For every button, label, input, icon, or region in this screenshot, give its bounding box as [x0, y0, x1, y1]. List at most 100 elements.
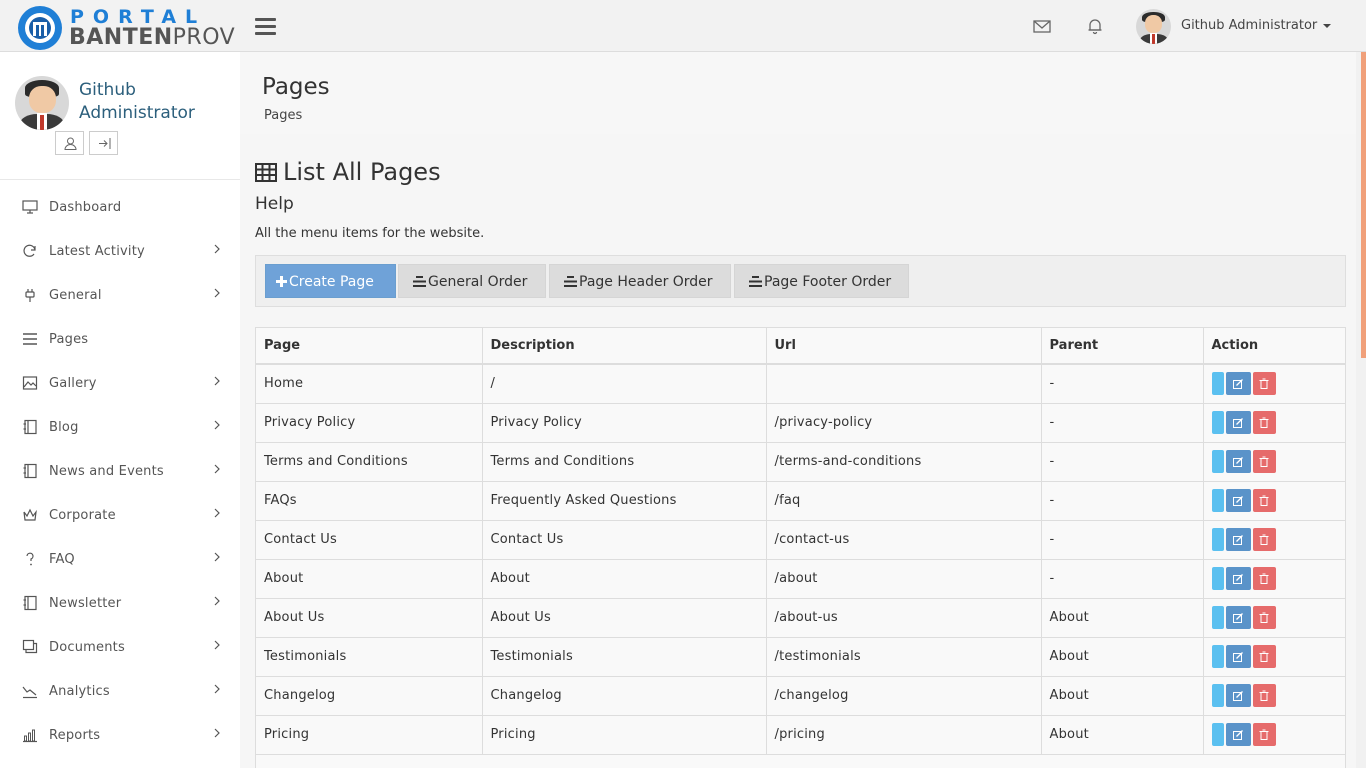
column-header-parent[interactable]: Parent — [1041, 328, 1204, 365]
view-button[interactable] — [1211, 684, 1224, 707]
edit-icon — [1233, 495, 1243, 506]
sidebar-item-pages[interactable]: Pages — [0, 318, 240, 362]
sidebar-item-faq[interactable]: FAQ — [0, 538, 240, 582]
create-page-button[interactable]: Create Page — [265, 264, 396, 298]
view-button[interactable] — [1211, 372, 1224, 396]
user-dropdown[interactable]: Github Administrator — [1136, 9, 1346, 45]
view-button[interactable] — [1211, 411, 1224, 434]
cell-parent: About — [1041, 637, 1204, 677]
cell-action — [1203, 481, 1345, 521]
sidebar-item-documents[interactable]: Documents — [0, 626, 240, 670]
column-header-description[interactable]: Description — [482, 328, 767, 365]
sidebar-item-latest-activity[interactable]: Latest Activity — [0, 230, 240, 274]
cell-url: /changelog — [766, 676, 1042, 716]
breadcrumb[interactable]: Pages — [264, 108, 302, 123]
sidebar-item-blog[interactable]: Blog — [0, 406, 240, 450]
sidebar-item-general[interactable]: General — [0, 274, 240, 318]
cell-description: Testimonials — [482, 637, 767, 677]
bell-icon[interactable] — [1086, 17, 1104, 35]
notebook-icon — [23, 419, 37, 435]
delete-button[interactable] — [1252, 606, 1276, 629]
cell-parent: - — [1041, 520, 1204, 560]
delete-button[interactable] — [1252, 528, 1276, 551]
cell-parent: About — [1041, 676, 1204, 716]
table-row: Contact Us Contact Us/contact-us - — [256, 520, 1345, 560]
edit-button[interactable] — [1225, 645, 1251, 668]
sidebar-item-newsletter[interactable]: Newsletter — [0, 582, 240, 626]
sidebar-toggle-button[interactable] — [255, 18, 276, 36]
cell-page: Testimonials — [256, 637, 483, 677]
pages-table-container: Page Description Url Parent Action Home /… — [255, 327, 1346, 768]
edit-button[interactable] — [1225, 684, 1251, 707]
column-header-url[interactable]: Url — [766, 328, 1042, 365]
cell-description: Contact Us — [482, 520, 767, 560]
top-navbar: PORTAL BANTENPROV Github Administrator — [0, 0, 1366, 52]
cell-description: About — [482, 559, 767, 599]
cell-url: /about-us — [766, 598, 1042, 638]
sign-out-icon — [99, 138, 111, 149]
edit-button[interactable] — [1225, 528, 1251, 551]
view-button[interactable] — [1211, 567, 1224, 590]
cell-url: /about — [766, 559, 1042, 599]
edit-icon — [1233, 651, 1243, 662]
cell-action — [1203, 364, 1345, 404]
action-toolbar: Create Page General Order Page Header Or… — [255, 255, 1346, 307]
trash-icon — [1259, 573, 1269, 584]
sidebar-item-label: Newsletter — [49, 596, 122, 611]
profile-button[interactable] — [55, 131, 84, 155]
view-button[interactable] — [1211, 528, 1224, 551]
general-order-button[interactable]: General Order — [398, 264, 546, 298]
envelope-icon[interactable] — [1033, 17, 1051, 35]
view-button[interactable] — [1211, 606, 1224, 629]
trash-icon — [1259, 729, 1269, 740]
trash-icon — [1259, 378, 1269, 389]
edit-button[interactable] — [1225, 489, 1251, 512]
edit-button[interactable] — [1225, 411, 1251, 434]
portal-logo[interactable]: PORTAL BANTENPROV — [18, 6, 235, 50]
edit-button[interactable] — [1225, 450, 1251, 473]
delete-button[interactable] — [1252, 411, 1276, 434]
sidebar-item-analytics[interactable]: Analytics — [0, 670, 240, 714]
sidebar-item-news-and-events[interactable]: News and Events — [0, 450, 240, 494]
sidebar-item-reports[interactable]: Reports — [0, 714, 240, 758]
edit-button[interactable] — [1225, 372, 1251, 396]
delete-button[interactable] — [1252, 645, 1276, 668]
sidebar-item-corporate[interactable]: Corporate — [0, 494, 240, 538]
delete-button[interactable] — [1252, 684, 1276, 707]
delete-button[interactable] — [1252, 450, 1276, 473]
column-header-action: Action — [1203, 328, 1345, 365]
edit-button[interactable] — [1225, 723, 1251, 746]
cell-action — [1203, 520, 1345, 560]
view-button[interactable] — [1211, 450, 1224, 473]
delete-button[interactable] — [1252, 723, 1276, 746]
edit-icon — [1233, 690, 1243, 701]
table-row: Testimonials Testimonials/testimonials Abo… — [256, 637, 1345, 677]
trash-icon — [1259, 534, 1269, 545]
edit-icon — [1233, 456, 1243, 467]
logout-button[interactable] — [89, 131, 118, 155]
delete-button[interactable] — [1252, 372, 1276, 396]
delete-button[interactable] — [1252, 567, 1276, 590]
edit-button[interactable] — [1225, 606, 1251, 629]
column-header-page[interactable]: Page — [256, 328, 483, 365]
chevron-right-icon — [214, 508, 220, 518]
page-title: Pages — [262, 74, 330, 100]
page-footer-order-button[interactable]: Page Footer Order — [734, 264, 909, 298]
table-row: Privacy Policy Privacy Policy/privacy-pol… — [256, 403, 1345, 443]
edit-button[interactable] — [1225, 567, 1251, 590]
cell-description: Terms and Conditions — [482, 442, 767, 482]
delete-button[interactable] — [1252, 489, 1276, 512]
view-button[interactable] — [1211, 723, 1224, 746]
sidebar-item-gallery[interactable]: Gallery — [0, 362, 240, 406]
chevron-right-icon — [214, 640, 220, 650]
sidebar-item-dashboard[interactable]: Dashboard — [0, 186, 240, 230]
help-title: Help — [255, 194, 294, 214]
view-button[interactable] — [1211, 645, 1224, 668]
edit-icon — [1233, 612, 1243, 623]
page-header-order-button[interactable]: Page Header Order — [549, 264, 731, 298]
page-scrollbar-thumb[interactable] — [1361, 52, 1366, 358]
trend-icon — [22, 686, 37, 699]
table-header-row: Page Description Url Parent Action — [256, 328, 1345, 365]
table-row: Terms and Conditions Terms and Conditions… — [256, 442, 1345, 482]
view-button[interactable] — [1211, 489, 1224, 512]
